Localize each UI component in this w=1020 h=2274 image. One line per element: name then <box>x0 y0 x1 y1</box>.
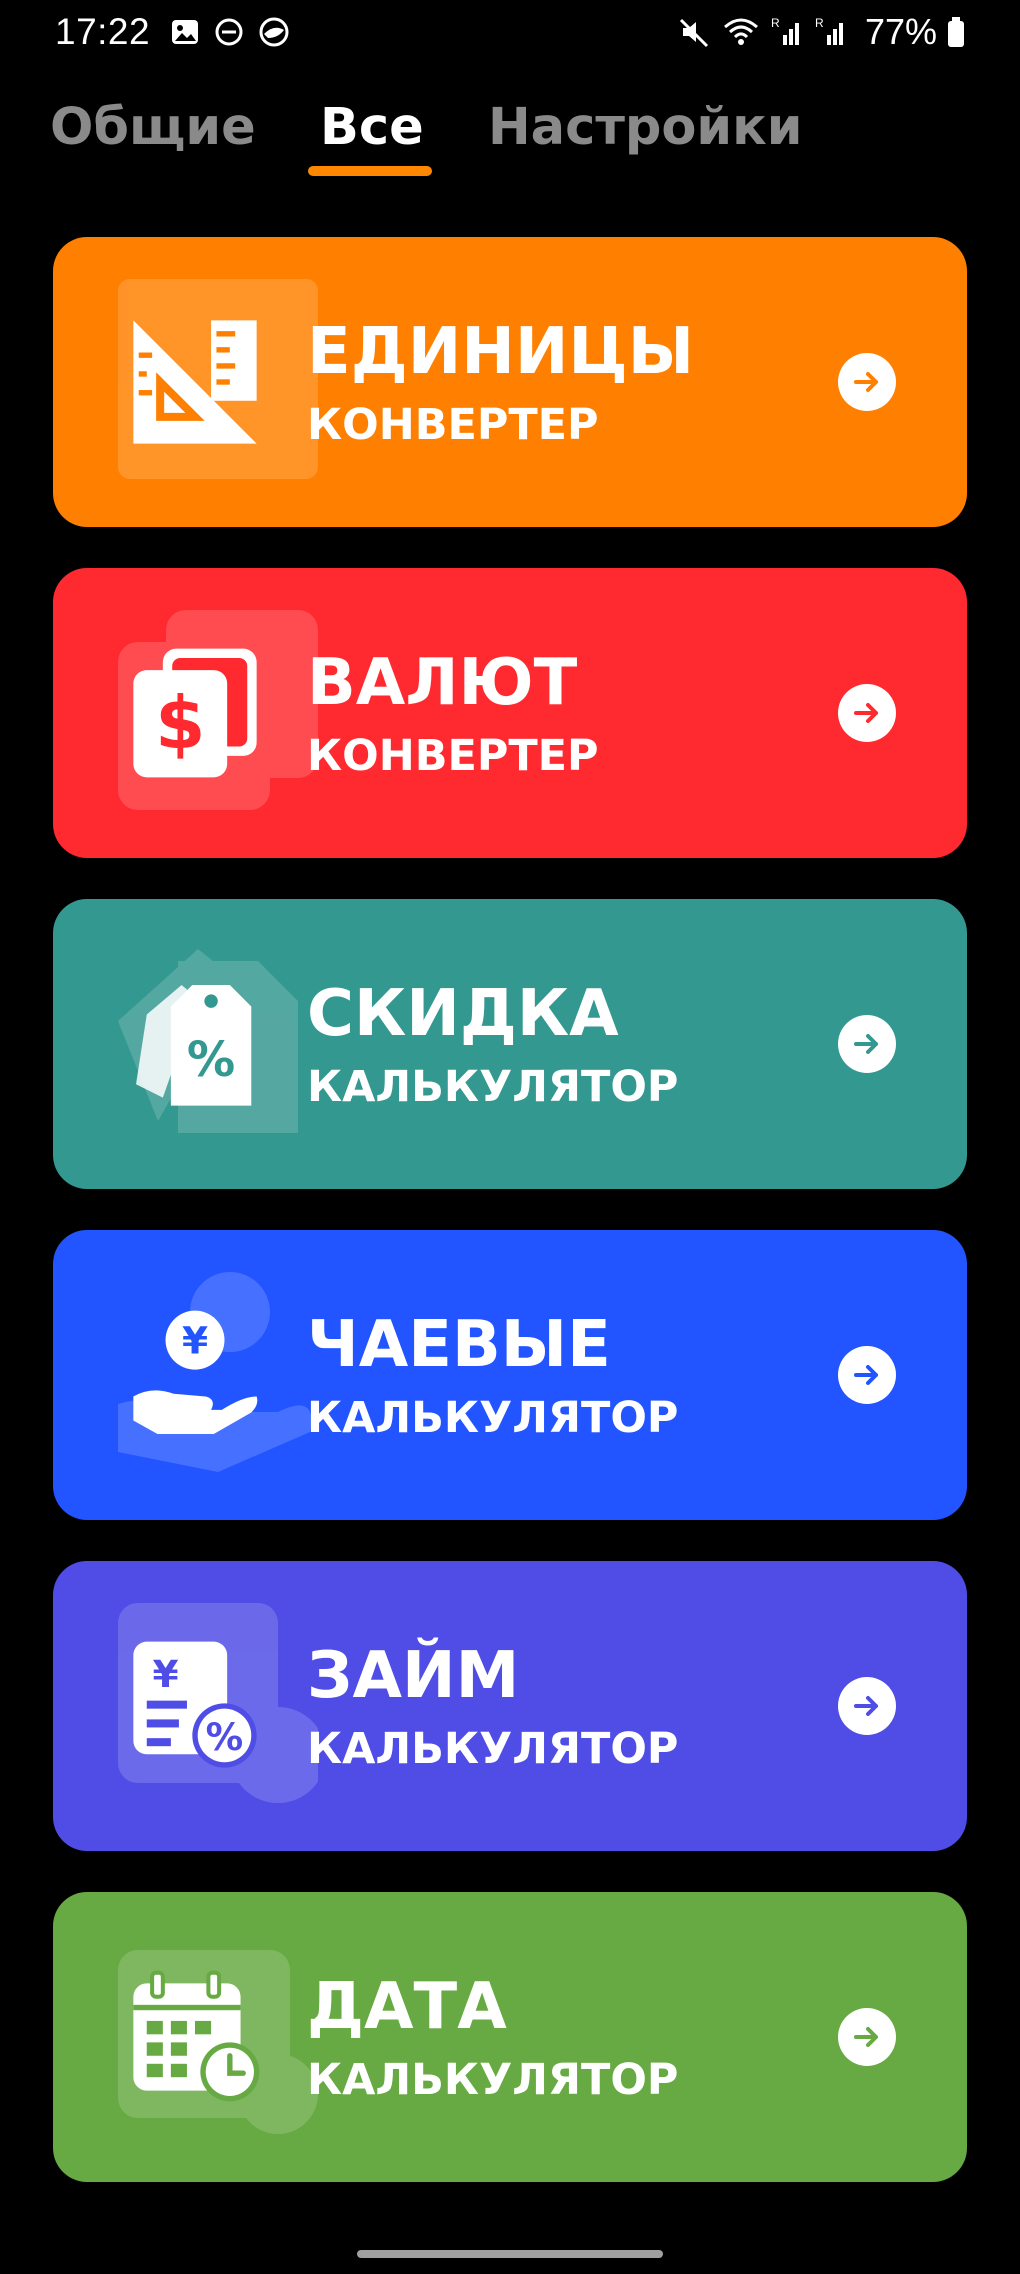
percent-tag-icon: % <box>136 985 252 1106</box>
calendar-clock-icon <box>133 1970 260 2102</box>
arrow-right-icon[interactable] <box>838 1677 896 1735</box>
status-time: 17:22 <box>55 11 151 52</box>
tab-all[interactable]: Все <box>320 90 424 166</box>
gesture-handle[interactable] <box>357 2250 663 2258</box>
arrow-right-icon[interactable] <box>838 353 896 411</box>
svg-text:%: % <box>206 1715 244 1759</box>
svg-text:¥: ¥ <box>182 1319 208 1363</box>
dnd-icon <box>215 18 243 46</box>
active-tab-indicator <box>308 166 432 176</box>
card-subtitle: КАЛЬКУЛЯТОР <box>307 1393 679 1443</box>
arrow-right-icon[interactable] <box>838 1346 896 1404</box>
status-right: R R 77% <box>677 8 965 56</box>
svg-text:$: $ <box>155 682 205 766</box>
arrow-right-icon[interactable] <box>838 1015 896 1073</box>
ruler-triangle-icon <box>133 320 257 444</box>
status-bar: 17:22 R R 77% <box>0 0 1020 64</box>
arrow-right-icon[interactable] <box>838 684 896 742</box>
tab-bar: Общие Все Настройки <box>0 90 1020 190</box>
wifi-icon <box>723 18 758 45</box>
card-title: СКИДКА <box>307 977 619 1051</box>
card-title: ЕДИНИЦЫ <box>307 315 695 389</box>
card-subtitle: КОНВЕРТЕР <box>307 731 599 781</box>
signal-icon: R <box>815 16 843 45</box>
loan-calculator-card[interactable]: ¥ % ЗАЙМ КАЛЬКУЛЯТОР <box>53 1561 967 1851</box>
card-subtitle: КАЛЬКУЛЯТОР <box>307 1724 679 1774</box>
svg-text:¥: ¥ <box>152 1652 178 1696</box>
dollar-bill-icon: $ <box>133 648 257 778</box>
tool-list: ЕДИНИЦЫ КОНВЕРТЕР $ ВАЛЮТ КОНВЕРТЕР % СК… <box>53 237 967 2223</box>
units-converter-card[interactable]: ЕДИНИЦЫ КОНВЕРТЕР <box>53 237 967 527</box>
discount-calculator-card[interactable]: % СКИДКА КАЛЬКУЛЯТОР <box>53 899 967 1189</box>
svg-text:R: R <box>771 16 780 30</box>
svg-text:%: % <box>187 1032 235 1088</box>
card-title: ДАТА <box>307 1970 507 2044</box>
card-subtitle: КОНВЕРТЕР <box>307 400 599 450</box>
tab-settings[interactable]: Настройки <box>488 90 803 166</box>
image-icon <box>172 20 199 44</box>
battery-icon <box>948 17 964 47</box>
loan-percent-icon: ¥ % <box>133 1641 257 1768</box>
svg-text:R: R <box>815 16 824 30</box>
shield-icon <box>259 17 289 47</box>
signal-icon: R <box>771 16 799 45</box>
status-icons-left <box>170 16 290 48</box>
tip-calculator-card[interactable]: ¥ ЧАЕВЫЕ КАЛЬКУЛЯТОР <box>53 1230 967 1520</box>
card-subtitle: КАЛЬКУЛЯТОР <box>307 1062 679 1112</box>
date-calculator-card[interactable]: ДАТА КАЛЬКУЛЯТОР <box>53 1892 967 2182</box>
tab-general[interactable]: Общие <box>50 90 256 166</box>
card-subtitle: КАЛЬКУЛЯТОР <box>307 2055 679 2105</box>
card-title: ВАЛЮТ <box>307 646 578 720</box>
card-title: ЗАЙМ <box>307 1639 520 1713</box>
arrow-right-icon[interactable] <box>838 2008 896 2066</box>
status-left: 17:22 <box>55 8 290 56</box>
mute-icon <box>679 18 708 48</box>
currency-converter-card[interactable]: $ ВАЛЮТ КОНВЕРТЕР <box>53 568 967 858</box>
battery-percent: 77% <box>864 11 937 52</box>
yen-hand-icon: ¥ <box>133 1310 258 1434</box>
card-title: ЧАЕВЫЕ <box>307 1308 611 1382</box>
